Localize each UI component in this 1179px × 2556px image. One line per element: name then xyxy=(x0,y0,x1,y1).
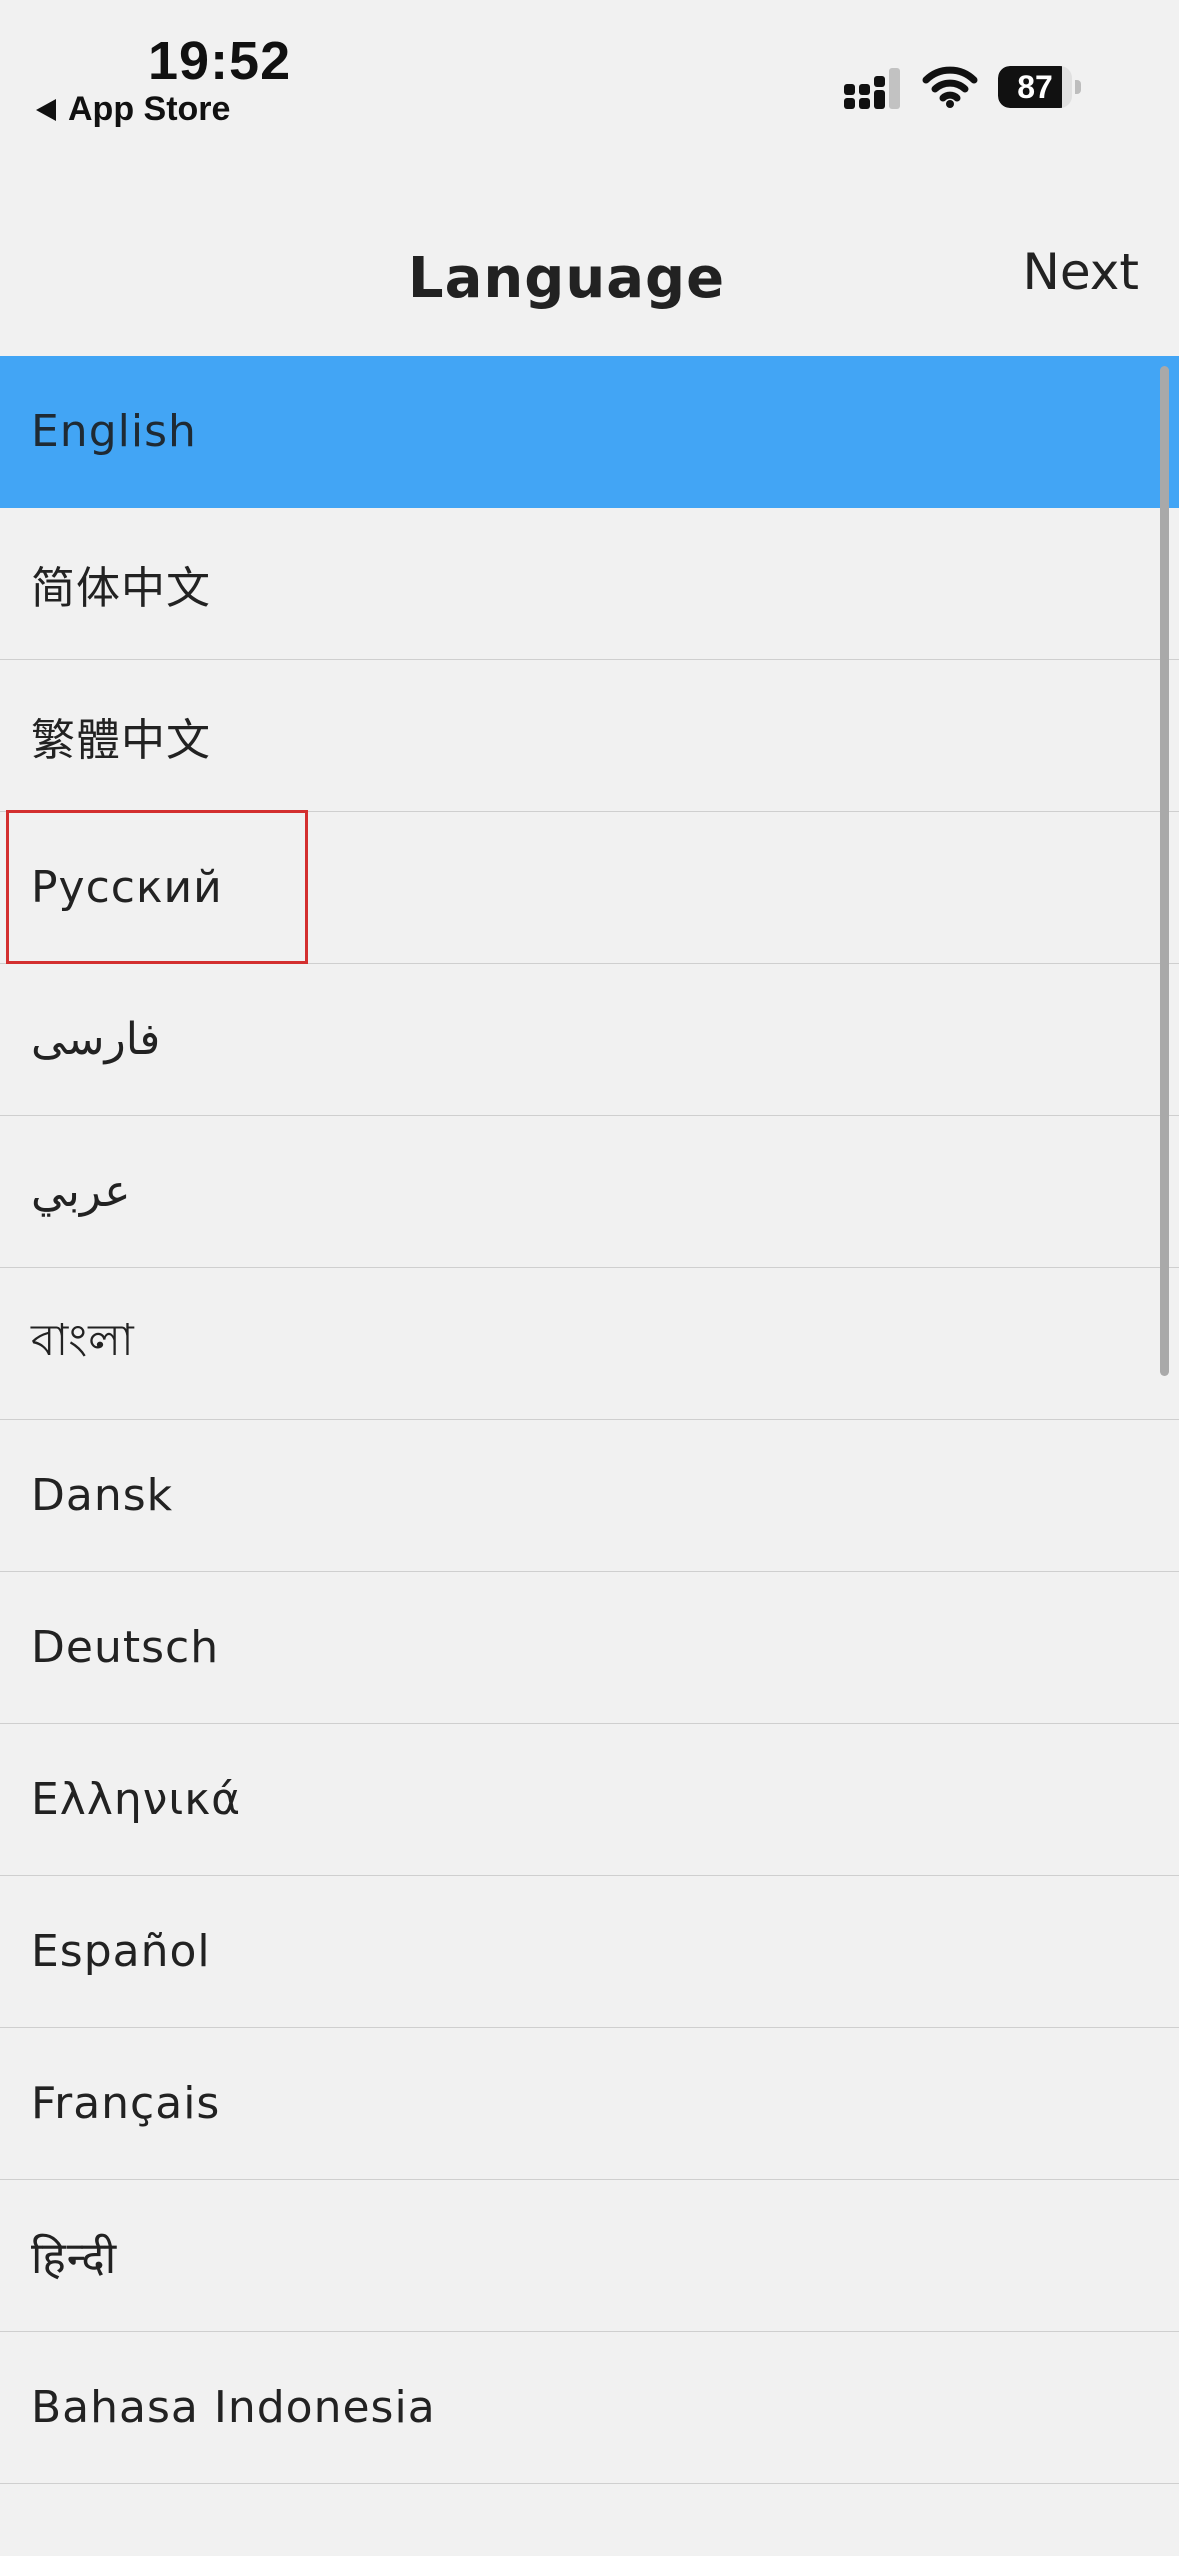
scrollbar[interactable] xyxy=(1160,366,1169,1376)
language-label: Français xyxy=(31,2078,221,2129)
battery-icon: 87 xyxy=(998,66,1082,108)
language-item[interactable]: Ελληνικά xyxy=(0,1724,1179,1876)
language-label: Dansk xyxy=(31,1470,174,1521)
battery-percentage: 87 xyxy=(1017,69,1053,105)
status-time: 19:52 xyxy=(148,31,292,91)
language-item[interactable]: English xyxy=(0,356,1179,508)
language-label: हिन्दी xyxy=(31,2232,118,2284)
language-label: Русский xyxy=(31,862,223,913)
language-label: فارسی xyxy=(31,1014,161,1065)
language-item[interactable]: Русский xyxy=(0,812,1179,964)
language-item[interactable]: 简体中文 xyxy=(0,508,1179,660)
language-label: English xyxy=(31,406,197,457)
language-label: বাংলা xyxy=(31,1315,135,1366)
language-item[interactable]: हिन्दी xyxy=(0,2180,1179,2332)
language-label: Ελληνικά xyxy=(31,1774,242,1825)
status-bar: 19:52 App Store 87 xyxy=(0,0,1179,160)
language-label: Español xyxy=(31,1926,211,1977)
language-label: 繁體中文 xyxy=(31,714,211,766)
language-label: عربي xyxy=(31,1166,131,1217)
cellular-signal-icon xyxy=(844,68,900,109)
back-to-app-button[interactable]: App Store xyxy=(36,90,230,129)
language-item[interactable]: Bahasa Indonesia xyxy=(0,2332,1179,2484)
language-label: Deutsch xyxy=(31,1622,220,1673)
language-item[interactable]: Español xyxy=(0,1876,1179,2028)
back-app-label: App Store xyxy=(68,90,231,128)
language-item[interactable]: 繁體中文 xyxy=(0,660,1179,812)
language-item[interactable]: Deutsch xyxy=(0,1572,1179,1724)
page-title: Language xyxy=(407,246,726,311)
language-item[interactable]: Dansk xyxy=(0,1420,1179,1572)
language-label: 简体中文 xyxy=(31,562,211,614)
back-triangle-icon xyxy=(36,98,56,121)
language-item[interactable]: فارسی xyxy=(0,964,1179,1116)
wifi-icon xyxy=(922,66,978,108)
language-item[interactable]: عربي xyxy=(0,1116,1179,1268)
language-item[interactable]: Français xyxy=(0,2028,1179,2180)
next-button[interactable]: Next xyxy=(1023,243,1139,301)
language-list: English 简体中文繁體中文 Русский فارسی عربي বাংলা Dans… xyxy=(0,356,1179,2484)
language-label: Bahasa Indonesia xyxy=(31,2382,436,2433)
language-item[interactable]: বাংলা xyxy=(0,1268,1179,1420)
